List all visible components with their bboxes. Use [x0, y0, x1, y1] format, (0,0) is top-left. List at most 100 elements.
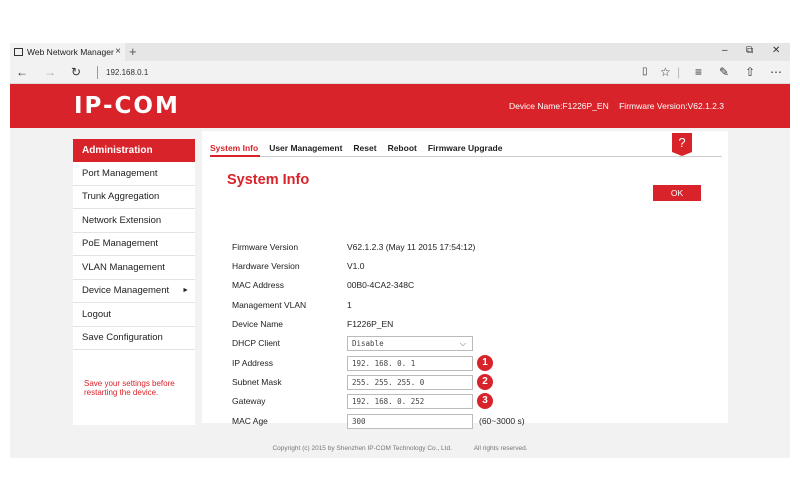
- browser-tab[interactable]: Web Network Manager ×: [10, 43, 125, 61]
- app-header: IP-COM Device Name:F1226P_EN Firmware Ve…: [10, 84, 790, 128]
- sidebar-item-label: Trunk Aggregation: [82, 191, 160, 203]
- gateway-row: Gateway 192. 168. 0. 252 3: [232, 393, 493, 409]
- subnet-mask-input[interactable]: 255. 255. 255. 0: [347, 374, 473, 390]
- sidebar-item-network-extension[interactable]: Network Extension: [73, 209, 195, 233]
- sidebar-item-port-management[interactable]: Port Management: [73, 162, 195, 186]
- active-tab-indicator: [210, 155, 260, 157]
- url-separator: [97, 66, 98, 79]
- sidebar-item-poe-management[interactable]: PoE Management: [73, 233, 195, 256]
- address-bar: ← → ↻ 192.168.0.1 ▯ ☆ | ≡ ✎ ⇧ ⋯: [10, 61, 790, 84]
- rights-text: All rights reserved.: [473, 445, 528, 452]
- maximize-icon[interactable]: ⧉: [746, 45, 753, 56]
- subnet-mask-row: Subnet Mask 255. 255. 255. 0 2: [232, 374, 493, 390]
- row-label: Management VLAN: [232, 300, 307, 310]
- input-value: 255. 255. 255. 0: [352, 377, 425, 387]
- device-info: Device Name:F1226P_EN Firmware Version:V…: [501, 101, 724, 111]
- more-icon[interactable]: ⋯: [770, 65, 782, 79]
- hardware-version-row: Hardware Version V1.0: [232, 259, 365, 273]
- ip-address-row: IP Address 192. 168. 0. 1 1: [232, 355, 493, 371]
- row-value: V1.0: [347, 261, 365, 271]
- page: Web Network Manager × + – ⧉ ✕ ← → ↻ 192.…: [0, 0, 800, 500]
- sidebar-item-trunk-aggregation[interactable]: Trunk Aggregation: [73, 186, 195, 209]
- tab-user-management[interactable]: User Management: [269, 143, 342, 157]
- row-label: IP Address: [232, 358, 273, 368]
- back-icon[interactable]: ←: [16, 65, 28, 79]
- row-label: MAC Address: [232, 280, 284, 290]
- device-name-label: Device Name:F1226P_EN: [509, 101, 609, 111]
- reading-view-icon[interactable]: ▯: [642, 66, 648, 77]
- row-label: Device Name: [232, 319, 284, 329]
- step-badge-1: 1: [477, 355, 493, 371]
- forward-icon[interactable]: →: [44, 65, 56, 79]
- input-value: 300: [352, 416, 366, 426]
- gateway-input[interactable]: 192. 168. 0. 252: [347, 393, 473, 409]
- sidebar-item-logout[interactable]: Logout: [73, 303, 195, 327]
- help-icon[interactable]: ?: [672, 133, 692, 152]
- close-window-icon[interactable]: ✕: [772, 45, 780, 56]
- input-value: 192. 168. 0. 252: [352, 396, 425, 406]
- row-label: Gateway: [232, 396, 266, 406]
- mac-age-input[interactable]: 300: [347, 413, 473, 429]
- mac-age-range: (60~3000 s): [479, 416, 525, 426]
- page-title: System Info: [227, 172, 310, 188]
- row-label: Subnet Mask: [232, 377, 282, 387]
- url-field[interactable]: 192.168.0.1: [106, 68, 148, 77]
- main-panel: System Info User Management Reset Reboot…: [202, 131, 728, 429]
- sidebar-item-device-management[interactable]: Device Management ►: [73, 280, 195, 303]
- row-label: DHCP Client: [232, 338, 281, 348]
- dhcp-client-row: DHCP Client Disable ⌵: [232, 335, 473, 351]
- mac-age-row: MAC Age 300 (60~3000 s): [232, 413, 525, 429]
- refresh-icon[interactable]: ↻: [71, 65, 81, 79]
- dhcp-client-select[interactable]: Disable ⌵: [347, 335, 473, 351]
- firmware-version-row: Firmware Version V62.1.2.3 (May 11 2015 …: [232, 240, 475, 254]
- input-value: 192. 168. 0. 1: [352, 358, 416, 368]
- sidebar-item-vlan-management[interactable]: VLAN Management: [73, 256, 195, 280]
- sidebar-item-label: Network Extension: [82, 214, 162, 226]
- ip-address-input[interactable]: 192. 168. 0. 1: [347, 355, 473, 371]
- minimize-icon[interactable]: –: [722, 45, 728, 56]
- copyright-text: Copyright (c) 2015 by Shenzhen IP-COM Te…: [272, 445, 452, 452]
- sidebar-item-label: Logout: [82, 308, 112, 320]
- save-settings-note: Save your settings before restarting the…: [84, 379, 175, 397]
- mac-address-row: MAC Address 00B0-4CA2-348C: [232, 278, 414, 292]
- web-note-icon[interactable]: ✎: [719, 65, 729, 79]
- device-name-row: Device Name F1226P_EN: [232, 317, 393, 331]
- tab-close-icon[interactable]: ×: [115, 46, 121, 57]
- tab-title: Web Network Manager: [27, 47, 114, 57]
- page-icon: [14, 48, 23, 56]
- sidebar-item-label: Save Configuration: [82, 332, 163, 344]
- chevron-down-icon: ⌵: [459, 338, 466, 348]
- sidebar-item-label: PoE Management: [82, 238, 159, 250]
- firmware-version-label: Firmware Version:V62.1.2.3: [619, 101, 724, 111]
- hub-icon[interactable]: ≡: [695, 65, 702, 79]
- row-label: Hardware Version: [232, 261, 300, 271]
- sidebar-item-label: VLAN Management: [82, 261, 165, 273]
- ipcom-logo: IP-COM: [74, 93, 180, 119]
- sidebar-item-label: Port Management: [82, 167, 158, 179]
- tab-divider: [210, 156, 722, 157]
- row-value: 1: [347, 300, 352, 310]
- new-tab-icon[interactable]: +: [129, 44, 137, 59]
- tab-reset[interactable]: Reset: [353, 143, 376, 157]
- row-value: 00B0-4CA2-348C: [347, 280, 415, 290]
- tab-reboot[interactable]: Reboot: [388, 143, 417, 157]
- ok-button[interactable]: OK: [653, 185, 701, 201]
- sidebar-item-administration[interactable]: Administration: [73, 139, 195, 162]
- submenu-arrow-icon: ►: [182, 286, 189, 294]
- step-badge-3: 3: [477, 393, 493, 409]
- toolbar-divider: |: [677, 65, 681, 79]
- tab-strip: Web Network Manager × + – ⧉ ✕: [10, 43, 790, 61]
- sidebar: Administration Port Management Trunk Agg…: [73, 139, 195, 425]
- sidebar-item-label: Device Management: [82, 285, 170, 297]
- management-vlan-row: Management VLAN 1: [232, 298, 352, 312]
- favorite-star-icon[interactable]: ☆: [660, 65, 671, 79]
- browser-window: Web Network Manager × + – ⧉ ✕ ← → ↻ 192.…: [10, 43, 790, 458]
- share-icon[interactable]: ⇧: [745, 65, 755, 79]
- tab-firmware-upgrade[interactable]: Firmware Upgrade: [428, 143, 503, 157]
- row-label: Firmware Version: [232, 242, 299, 252]
- row-value: F1226P_EN: [347, 319, 394, 329]
- step-badge-2: 2: [477, 374, 493, 390]
- select-value: Disable: [352, 338, 384, 348]
- help-icon-tail: [672, 152, 692, 156]
- sidebar-item-save-configuration[interactable]: Save Configuration: [73, 327, 195, 350]
